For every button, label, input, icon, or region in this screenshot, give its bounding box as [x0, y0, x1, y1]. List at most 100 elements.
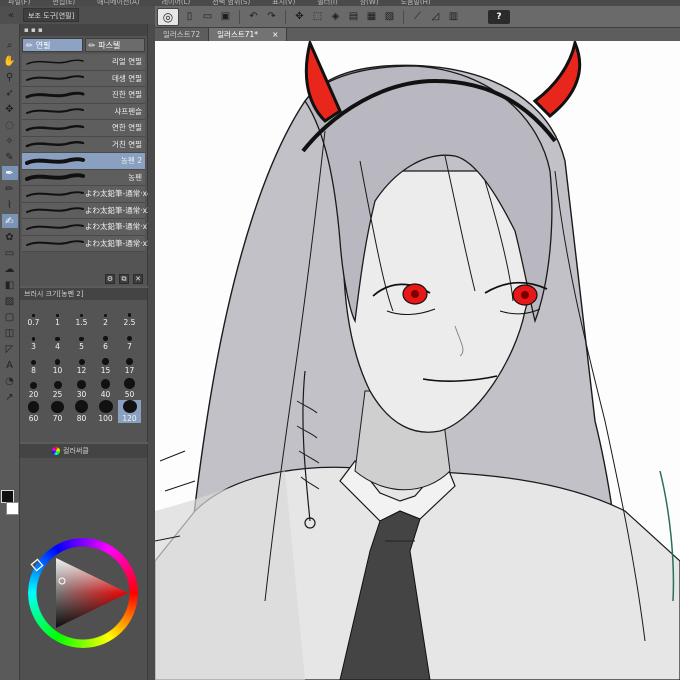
brush-size-option[interactable]: 4 — [46, 328, 69, 351]
brush-size-option[interactable]: 3 — [22, 328, 45, 351]
eyedropper2-icon[interactable]: ✎ — [2, 150, 18, 164]
document-tab[interactable]: 일러스트72 — [155, 28, 210, 41]
brush-size-option[interactable]: 120 — [118, 400, 141, 423]
brush-item[interactable]: よわ太鉛筆-通常·x2 — [22, 202, 152, 219]
brush-item[interactable]: 농펜 — [22, 169, 145, 186]
open-file-icon[interactable]: ▭ — [200, 9, 215, 24]
brush-item[interactable]: よわ太鉛筆-通常·x5 — [22, 235, 152, 252]
brush-size-option[interactable]: 60 — [22, 400, 45, 423]
brush-size-option[interactable]: 17 — [118, 352, 141, 375]
brush-size-option[interactable]: 2 — [94, 304, 117, 327]
sub-color-swatch[interactable] — [6, 502, 19, 515]
brush-size-option[interactable]: 25 — [46, 376, 69, 399]
lasso-icon[interactable]: ◌ — [2, 118, 18, 132]
balloon-icon[interactable]: ◔ — [2, 374, 18, 388]
move-layer-icon[interactable]: ✥ — [2, 102, 18, 116]
close-tab-icon[interactable]: × — [272, 28, 278, 41]
brush-item[interactable]: よわ太鉛筆-通常·x7 — [22, 219, 152, 236]
color-wheel[interactable] — [20, 458, 148, 678]
fill-tool-icon[interactable]: ◧ — [2, 278, 18, 292]
trash-icon[interactable]: ✕ — [133, 274, 143, 284]
brush-size-option[interactable]: 80 — [70, 400, 93, 423]
brush-size-option[interactable]: 6 — [94, 328, 117, 351]
copy-icon[interactable]: ⧉ — [119, 274, 129, 284]
ruler-icon[interactable]: ◸ — [2, 342, 18, 356]
brush-size-option[interactable]: 1.5 — [70, 304, 93, 327]
text-icon[interactable]: A — [2, 358, 18, 372]
clear-icon[interactable]: ✥ — [292, 9, 307, 24]
brush-icon[interactable]: ⌇ — [2, 198, 18, 212]
brush-item[interactable]: 거친 연필 — [22, 136, 145, 153]
collapse-icon[interactable]: « — [3, 8, 19, 22]
brush-size-dot — [100, 379, 111, 389]
gradient-icon[interactable]: ▨ — [2, 294, 18, 308]
brush-item[interactable]: よわ太鉛筆-通常·x4 — [22, 186, 152, 203]
brush-size-option[interactable]: 15 — [94, 352, 117, 375]
brush-size-option[interactable]: 40 — [94, 376, 117, 399]
pen-icon[interactable]: ✒ — [1, 166, 18, 180]
undo-icon[interactable]: ↶ — [246, 9, 261, 24]
decoration-icon[interactable]: ✿ — [2, 230, 18, 244]
blend-icon[interactable]: ☁ — [2, 262, 18, 276]
help-button[interactable]: ? — [488, 9, 510, 24]
brush-size-option[interactable]: 20 — [22, 376, 45, 399]
brush-item[interactable]: 데생 연필 — [22, 70, 145, 87]
panel-scrollbar[interactable] — [148, 24, 155, 680]
figure-icon[interactable]: ▢ — [2, 310, 18, 324]
subtool-tab[interactable]: ✏ 파스텔 — [84, 38, 145, 52]
app-window: 파일(F) 편집(E) 애니메이션(A) 레이어(L) 선택 범위(S) 표시(V) 필터(… — [0, 0, 680, 680]
brush-size-option[interactable]: 10 — [46, 352, 69, 375]
brush-size-option[interactable]: 100 — [94, 400, 117, 423]
brush-name: 진한 연필 — [112, 90, 142, 100]
show-selection-icon[interactable]: ▧ — [382, 9, 397, 24]
brush-item[interactable]: 농펜 2 — [22, 153, 145, 170]
brush-item[interactable]: 샤프펜슬 — [22, 103, 145, 120]
fill-icon[interactable]: ◈ — [328, 9, 343, 24]
canvas[interactable] — [155, 41, 680, 680]
brush-item[interactable]: 진한 연필 — [22, 87, 145, 104]
document-tab-label: 일러스트71* — [217, 30, 259, 39]
airbrush-icon[interactable]: ✍ — [1, 214, 18, 228]
invert-selection-icon[interactable]: ▦ — [364, 9, 379, 24]
transform-icon[interactable]: ⬚ — [310, 9, 325, 24]
document-tab[interactable]: 일러스트71* × — [209, 28, 288, 41]
brush-size-option[interactable]: 50 — [118, 376, 141, 399]
separator — [239, 9, 240, 24]
deselect-icon[interactable]: ▤ — [346, 9, 361, 24]
redo-icon[interactable]: ↷ — [264, 9, 279, 24]
correct-line-icon[interactable]: ↗ — [2, 390, 18, 404]
new-file-icon[interactable]: ▯ — [182, 9, 197, 24]
app-logo-icon[interactable]: ◎ — [157, 7, 179, 26]
brush-size-option[interactable]: 8 — [22, 352, 45, 375]
brush-size-option[interactable]: 0.7 — [22, 304, 45, 327]
color-swatches[interactable] — [1, 490, 19, 524]
snap-special-ruler-icon[interactable]: ◿ — [428, 9, 443, 24]
brush-size-label: 70 — [52, 414, 63, 423]
brush-size-option[interactable]: 70 — [46, 400, 69, 423]
auto-select-icon[interactable]: ✧ — [2, 134, 18, 148]
brush-item[interactable]: 연한 연필 — [22, 120, 145, 137]
subtool-footer: ⚙ ⧉ ✕ — [105, 274, 143, 284]
brush-list: 리얼 연필 데생 연필 진한 연필 샤프펜슬 연한 연필 거친 연필 농펜 2 농펜 よわ太鉛筆… — [20, 54, 152, 252]
save-icon[interactable]: ▣ — [218, 9, 233, 24]
subtool-tab[interactable]: ✏ 연필 — [22, 38, 83, 52]
operation-icon[interactable]: ➶ — [2, 86, 18, 100]
brush-size-option[interactable]: 12 — [70, 352, 93, 375]
pencil-tool-icon[interactable]: ✏ — [2, 182, 18, 196]
brush-size-option[interactable]: 5 — [70, 328, 93, 351]
frame-icon[interactable]: ◫ — [2, 326, 18, 340]
brush-size-dot — [55, 336, 60, 341]
snap-ruler-icon[interactable]: ⟋ — [410, 9, 425, 24]
subtool-panel-tab[interactable]: 보조 도구[연필] — [23, 8, 80, 22]
brush-size-option[interactable]: 1 — [46, 304, 69, 327]
brush-size-option[interactable]: 2.5 — [118, 304, 141, 327]
snap-grid-icon[interactable]: ▥ — [446, 9, 461, 24]
zoom-icon[interactable]: ⌕ — [2, 38, 18, 52]
settings-icon[interactable]: ⚙ — [105, 274, 115, 284]
brush-item[interactable]: 리얼 연필 — [22, 54, 145, 71]
eraser-icon[interactable]: ▭ — [2, 246, 18, 260]
brush-size-option[interactable]: 7 — [118, 328, 141, 351]
hand-icon[interactable]: ✋ — [2, 54, 18, 68]
brush-size-option[interactable]: 30 — [70, 376, 93, 399]
eyedropper-icon[interactable]: ⚲ — [2, 70, 18, 84]
